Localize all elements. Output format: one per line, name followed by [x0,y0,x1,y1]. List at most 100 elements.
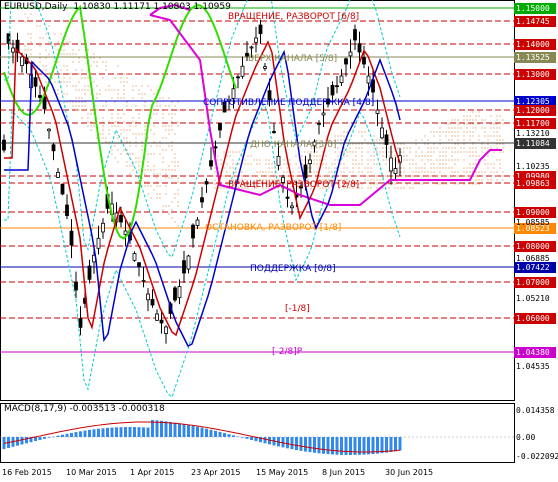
macd-histogram-bar [97,428,100,437]
cloud-dot [141,109,143,111]
cloud-dot [75,89,77,91]
cloud-dot [96,97,98,99]
cloud-dot [171,161,173,163]
cloud-dot [144,129,146,131]
macd-histogram-bar [115,427,118,437]
cloud-dot [81,109,83,111]
cloud-dot [370,167,372,169]
candle-body [249,46,254,49]
cloud-dot [394,155,396,157]
macd-histogram-bar [178,423,181,437]
cloud-dot [328,171,330,173]
cloud-dot [66,85,68,87]
cloud-dot [490,127,492,129]
cloud-dot [75,69,77,71]
cloud-dot [48,25,50,27]
cloud-dot [220,159,222,161]
cloud-dot [214,171,216,173]
cloud-dot [322,175,324,177]
cloud-dot [310,167,312,169]
macd-histogram-bar [52,436,55,438]
price-level-label: 1.13525 [514,52,556,63]
cloud-dot [174,105,176,107]
cloud-dot [502,139,504,141]
macd-histogram-bar [61,434,64,437]
chart-header: EURUSD,Daily 1.10830 1.11171 1.10803 1.10… [4,2,231,12]
candle-body [155,313,159,321]
cloud-dot [493,127,495,129]
cloud-dot [481,151,483,153]
macd-histogram-bar [25,437,28,444]
cloud-dot [120,81,122,83]
cloud-dot [424,171,426,173]
cloud-dot [165,169,167,171]
cloud-dot [475,115,477,117]
time-axis-label: 10 Mar 2015 [66,468,117,477]
cloud-dot [487,147,489,149]
cloud-dot [144,133,146,135]
candle-body [33,77,38,87]
cloud-dot [75,53,77,55]
cloud-dot [403,167,405,169]
cloud-dot [174,197,176,199]
cloud-dot [427,159,429,161]
cloud-dot [141,85,143,87]
cloud-dot [331,163,333,165]
cloud-dot [298,171,300,173]
cloud-dot [316,159,318,161]
cloud-dot [78,105,80,107]
cloud-dot [490,147,492,149]
candle-body [366,75,371,84]
cloud-dot [168,133,170,135]
cloud-dot [340,135,342,137]
cloud-dot [463,139,465,141]
cloud-dot [346,139,348,141]
cloud-dot [499,159,501,161]
cloud-dot [72,49,74,51]
cloud-dot [484,163,486,165]
cloud-dot [379,143,381,145]
cloud-dot [421,155,423,157]
cloud-dot [460,127,462,129]
cloud-dot [90,121,92,123]
cloud-dot [499,143,501,145]
cloud-dot [171,209,173,211]
cloud-dot [147,137,149,139]
cloud-dot [343,163,345,165]
cloud-dot [214,183,216,185]
cloud-dot [442,167,444,169]
cloud-dot [415,155,417,157]
price-level-label: 1.11084 [514,138,556,149]
cloud-dot [481,143,483,145]
cloud-dot [436,147,438,149]
macd-histogram-bar [398,437,402,451]
cloud-dot [45,65,47,67]
cloud-dot [373,175,375,177]
cloud-dot [325,155,327,157]
cloud-dot [343,151,345,153]
cloud-dot [454,171,456,173]
macd-histogram-bar [47,437,51,438]
cloud-dot [277,175,279,177]
cloud-dot [153,113,155,115]
cloud-dot [481,179,483,181]
cloud-dot [388,139,390,141]
cloud-dot [123,89,125,91]
cloud-dot [60,69,62,71]
cloud-dot [409,159,411,161]
cloud-dot [271,175,273,177]
cloud-dot [313,163,315,165]
cloud-dot [174,169,176,171]
cloud-dot [442,163,444,165]
cloud-dot [27,33,29,35]
cloud-dot [457,123,459,125]
cloud-dot [60,33,62,35]
cloud-dot [235,171,237,173]
cloud-dot [156,145,158,147]
cloud-dot [439,131,441,133]
cloud-dot [48,53,50,55]
cloud-dot [439,183,441,185]
cloud-dot [496,147,498,149]
candle-body [119,214,123,223]
cloud-dot [496,115,498,117]
